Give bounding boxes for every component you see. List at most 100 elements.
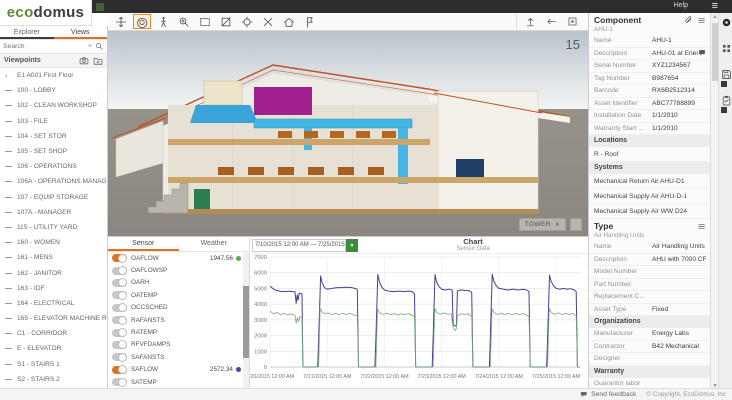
sensor-toggle[interactable] (112, 329, 127, 337)
tab-sensor[interactable]: Sensor (108, 237, 179, 251)
send-feedback-link[interactable]: Send feedback (580, 391, 636, 399)
viewpoint-item[interactable]: 103 - FILE (0, 114, 107, 129)
sensor-toggle[interactable] (112, 353, 127, 361)
viewpoint-item[interactable]: 162 - JANITOR (0, 265, 107, 280)
viewpoint-item[interactable]: 107A - MANAGER (0, 205, 107, 220)
date-range-dropdown-button[interactable]: ▾ (346, 239, 358, 252)
viewpoint-item[interactable]: 104 - SET STOR (0, 129, 107, 144)
search-input[interactable] (3, 43, 85, 50)
tool-pan-icon[interactable] (112, 14, 130, 29)
svg-text:3000: 3000 (254, 318, 267, 324)
sensor-row[interactable]: OAFLOW1947.56 (108, 252, 249, 264)
tool-box-icon[interactable] (563, 14, 581, 29)
viewpoint-item[interactable]: 105 - SET SHOP (0, 144, 107, 159)
power-icon[interactable] (719, 13, 732, 39)
panel-list-item[interactable]: Mechanical Supply Air AHU-D-1 (589, 189, 710, 204)
sensor-toggle[interactable] (112, 341, 127, 349)
hamburger-menu-icon[interactable]: ≡ (712, 0, 718, 13)
viewpoint-dash-icon (5, 227, 12, 228)
sensor-toggle[interactable] (112, 304, 127, 312)
sensor-toggle[interactable] (112, 254, 127, 262)
tool-focus-icon[interactable] (238, 14, 256, 29)
viewpoint-item[interactable]: 161 - MENS (0, 250, 107, 265)
section-icon (220, 16, 232, 28)
paperclip-icon[interactable] (684, 16, 693, 35)
save-icon[interactable] (719, 65, 732, 91)
grid-icon[interactable] (719, 39, 732, 65)
viewpoint-item[interactable]: 102 - CLEAN WORKSHOP (0, 98, 107, 113)
field-row: Asset IdentifierABC77788899 (589, 98, 710, 111)
sensor-toggle[interactable] (112, 291, 127, 299)
3d-viewport[interactable]: 15 TOWER ∧ (108, 31, 588, 236)
panel-list-item[interactable]: Mechanical Supply Air WW D24 (589, 204, 710, 219)
help-link[interactable]: Help (674, 2, 688, 9)
sensor-row[interactable]: OCCSCHED (108, 302, 249, 314)
sensor-row[interactable]: RAFANSTS (108, 314, 249, 326)
tool-markup-icon[interactable] (301, 14, 319, 29)
viewpoint-item[interactable]: 106A - OPERATIONS MANAGER (0, 174, 107, 189)
sidebar-tab-explorer[interactable]: Explorer (0, 26, 54, 39)
panel-list-item[interactable]: R - Roof (589, 147, 710, 162)
viewpoint-label: 160 - WOMEN (17, 239, 60, 246)
tool-up-arrow-icon[interactable] (521, 14, 539, 29)
tower-dropdown-button[interactable]: TOWER ∧ (519, 218, 566, 231)
tool-orbit-icon[interactable] (133, 14, 151, 29)
viewpoints-header: Viewpoints (0, 54, 107, 68)
sensor-toggle[interactable] (112, 279, 127, 287)
sensor-scrollbar-thumb[interactable] (243, 286, 249, 358)
clipboard-icon[interactable] (719, 91, 732, 117)
sensor-row[interactable]: SAFLOW2572.34 (108, 364, 249, 376)
tool-window-select-icon[interactable] (196, 14, 214, 29)
camera-icon[interactable] (79, 56, 89, 66)
viewpoint-dash-icon (5, 288, 12, 289)
right-icon-strip (718, 13, 732, 390)
sensor-toggle[interactable] (112, 316, 127, 324)
viewpoint-item[interactable]: S2 - STAIRS 2 (0, 372, 107, 387)
sensor-scrollbar[interactable] (243, 252, 249, 388)
sensor-row[interactable]: RATEMP (108, 326, 249, 338)
sensor-row[interactable]: SATEMP (108, 376, 249, 388)
list-icon[interactable] (697, 16, 706, 35)
sensor-toggle[interactable] (112, 267, 127, 275)
tool-section-icon[interactable] (217, 14, 235, 29)
tower-side-button[interactable] (570, 218, 582, 231)
list-icon[interactable] (697, 222, 706, 241)
sensor-row[interactable]: OARH (108, 277, 249, 289)
app-grid-icon[interactable] (96, 3, 104, 11)
tab-weather[interactable]: Weather (179, 237, 250, 251)
tool-walk-icon[interactable] (154, 14, 172, 29)
comment-icon[interactable] (698, 49, 706, 57)
viewpoint-item[interactable]: 115 - UTILITY YARD (0, 220, 107, 235)
viewpoint-item[interactable]: 160 - WOMEN (0, 235, 107, 250)
viewpoint-label: S2 - STAIRS 2 (17, 376, 60, 383)
sidebar-tab-views[interactable]: Views (54, 26, 108, 39)
add-folder-icon[interactable] (93, 56, 103, 66)
viewpoint-item[interactable]: 100 - LOBBY (0, 83, 107, 98)
viewpoint-item[interactable]: 165 - ELEVATOR MACHINE ROOM (0, 311, 107, 326)
search-icon[interactable] (95, 42, 104, 51)
viewpoint-item[interactable]: ‹E1 A001 First Floor (0, 68, 107, 83)
date-range-input[interactable]: 7/10/2015 12:00 AM — 7/25/2015 12:00 AM (252, 239, 346, 252)
field-value: B987654 (652, 75, 706, 82)
tool-home-icon[interactable] (280, 14, 298, 29)
sensor-row[interactable]: RFVFDAMPS (108, 339, 249, 351)
sensor-toggle[interactable] (112, 378, 127, 386)
sensor-toggle[interactable] (112, 366, 127, 374)
sensor-row[interactable]: SAFANSTS (108, 351, 249, 363)
panel-list-item[interactable]: Mechanical Return Air AHU-D1 (589, 174, 710, 189)
component-panel-scrollbar[interactable]: ▲ ▼ (710, 13, 718, 390)
clear-search-icon[interactable]: × (88, 43, 92, 50)
viewpoint-label: 103 - FILE (17, 118, 48, 125)
viewpoint-item[interactable]: E - ELEVATOR (0, 341, 107, 356)
viewpoint-item[interactable]: 164 - ELECTRICAL (0, 296, 107, 311)
sensor-row[interactable]: OATEMP (108, 289, 249, 301)
viewpoint-item[interactable]: S1 - STAIRS 1 (0, 357, 107, 372)
tool-explode-icon[interactable] (259, 14, 277, 29)
tool-back-arrow-icon[interactable] (542, 14, 560, 29)
viewpoint-item[interactable]: 107 - EQUIP STORAGE (0, 190, 107, 205)
tool-zoom-icon[interactable] (175, 14, 193, 29)
viewpoint-item[interactable]: 106 - OPERATIONS (0, 159, 107, 174)
viewpoint-item[interactable]: C1 - CORRIDOR (0, 326, 107, 341)
viewpoint-item[interactable]: 163 - IDF (0, 281, 107, 296)
sensor-row[interactable]: OAFLOWSP (108, 264, 249, 276)
